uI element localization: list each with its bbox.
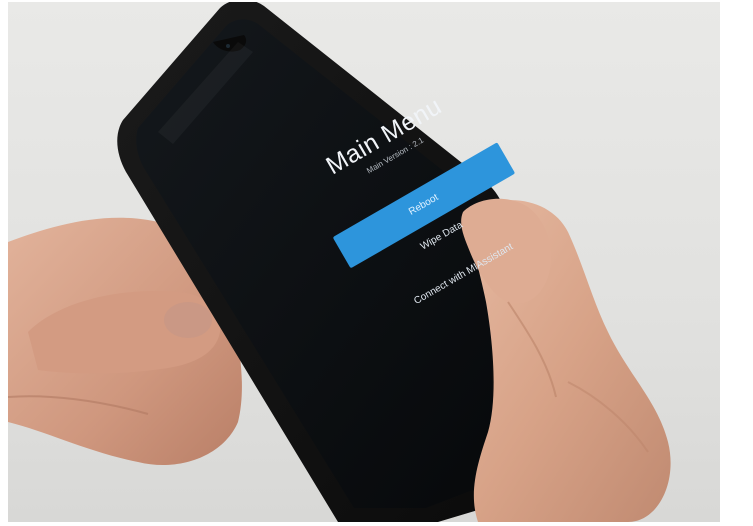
photo-frame: Main Menu Main Version : 2.1 Reboot Wipe… — [8, 2, 720, 522]
white-margin — [720, 0, 753, 526]
left-thumbnail — [164, 302, 212, 338]
